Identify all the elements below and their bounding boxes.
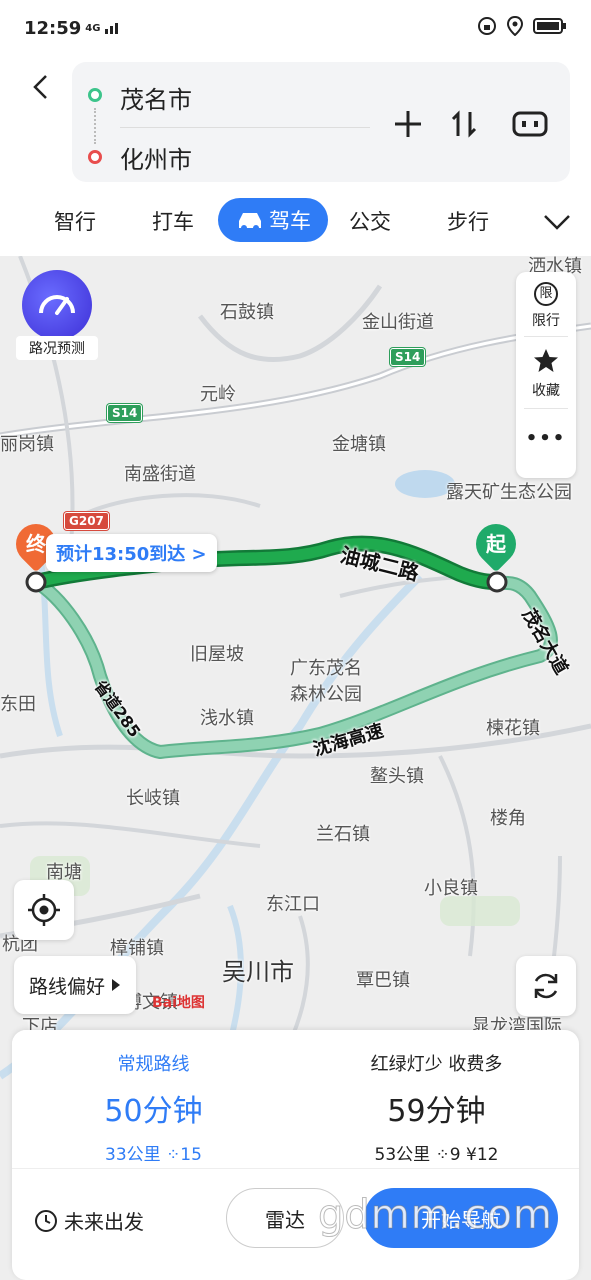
map-place: 兰石镇 [316,824,370,845]
back-button[interactable] [26,72,56,102]
travel-mode-tabs: 智行 打车 驾车 公交 步行 [0,198,591,244]
route-options-panel: 常规路线 50分钟 33公里 ⁘15 红绿灯少 收费多 59分钟 53公里 ⁘9… [12,1030,579,1280]
start-marker-label: 起 [486,532,506,556]
map-place: 小良镇 [424,878,478,899]
end-dot-icon [88,150,102,164]
route-option-time: 50分钟 [104,1094,203,1129]
clock-icon [35,1209,57,1232]
battery-icon [533,17,567,40]
add-waypoint-button[interactable] [390,106,426,142]
tab-drive[interactable]: 驾车 [218,198,328,242]
panel-divider [524,336,568,337]
route-preference-button[interactable]: 路线偏好 [14,956,136,1014]
caret-right-icon [112,979,120,991]
panel-divider [12,1168,579,1169]
map-place: 楝花镇 [486,718,540,739]
map-side-panel: 限 限行 收藏 ••• [516,272,576,478]
future-departure-label: 未来出发 [64,1210,144,1234]
plus-icon [395,111,421,137]
map-poi: 广东茂名 [290,658,362,679]
traffic-limit-button[interactable]: 限 限行 [516,282,576,330]
future-departure-button[interactable]: 未来出发 [34,1206,144,1235]
star-icon [534,349,558,372]
route-header: 茂名市 化州市 智行 打车 驾车 公交 步行 [0,56,591,256]
traffic-prediction-label: 路况预测 [16,336,98,360]
baidu-map-logo: Bai地图 [152,995,205,1011]
swap-icon [451,110,477,138]
tab-transit[interactable]: 公交 [349,206,391,236]
end-location-field[interactable]: 化州市 [120,140,192,175]
map-poi: 露天矿生态公园 [446,482,572,503]
route-option-title: 红绿灯少 收费多 [370,1054,503,1075]
tab-taxi[interactable]: 打车 [152,206,194,236]
route-connector [94,108,96,144]
start-marker[interactable]: 起 [467,515,525,573]
limit-icon: 限 [534,282,558,306]
locate-button[interactable] [14,880,74,940]
map-place: 东田 [0,694,36,715]
map-place: 东江口 [266,894,320,915]
map-place: 金山街道 [362,312,434,333]
route-preference-label: 路线偏好 [28,975,105,998]
eta-bubble[interactable]: 预计13:50到达 > [46,534,217,572]
start-location-field[interactable]: 茂名市 [120,80,192,115]
watermark: gdmm.com [318,1192,553,1239]
map-place: 楼角 [490,808,526,829]
route-option-time: 59分钟 [387,1094,486,1129]
location-icon [506,15,524,41]
map-place: 浅水镇 [200,708,254,729]
map-place: 旧屋坡 [190,644,244,665]
map-city: 吴川市 [222,958,294,986]
map-place: 鳌头镇 [370,766,424,787]
map-place: 丽岗镇 [0,434,54,455]
back-arrow-icon [33,75,47,99]
panel-divider [524,408,568,409]
route-option-title: 常规路线 [117,1054,190,1075]
crosshair-icon [28,894,60,926]
highway-shield: S14 [390,348,426,366]
signal-icon [104,18,122,39]
refresh-route-button[interactable] [516,956,576,1016]
speedometer-icon [22,270,92,340]
car-settings-icon [512,111,548,137]
chevron-down-icon [544,215,570,230]
map-poi: 森林公园 [290,684,362,705]
status-time: 12:59 [24,17,82,39]
route-option-detail: 53公里 ⁘9 ¥12 [374,1145,499,1165]
route-option-detail: 33公里 ⁘15 [105,1145,202,1165]
favorite-label: 收藏 [532,383,560,399]
tab-walk[interactable]: 步行 [447,206,489,236]
map-place: 元岭 [200,384,236,405]
map-place: 南盛街道 [124,464,196,485]
route-option-regular[interactable]: 常规路线 50分钟 33公里 ⁘15 [12,1030,295,1168]
limit-label: 限行 [532,313,560,329]
map-place: 覃巴镇 [356,970,410,991]
national-road-shield: G207 [64,512,109,530]
status-bar: 12:59 4G [0,0,591,56]
more-modes-button[interactable] [542,206,572,236]
highway-shield: S14 [107,404,143,422]
network-indicator: 4G [85,22,101,34]
lock-rotation-icon [477,16,497,41]
map-place: 长岐镇 [126,788,180,809]
route-input-box: 茂名市 化州市 [72,62,570,182]
car-icon [239,213,261,231]
route-divider [120,127,370,128]
tab-smart[interactable]: 智行 [54,206,96,236]
car-settings-button[interactable] [512,106,548,142]
route-option-fewer-lights[interactable]: 红绿灯少 收费多 59分钟 53公里 ⁘9 ¥12 [295,1030,578,1168]
traffic-prediction-button[interactable]: 路况预测 [16,270,98,360]
refresh-icon [534,973,558,999]
tab-drive-label: 驾车 [269,209,311,233]
map-place: 金塘镇 [332,434,386,455]
map-place: 石鼓镇 [220,302,274,323]
more-options-button[interactable]: ••• [516,428,576,449]
swap-route-button[interactable] [446,106,482,142]
start-dot-icon [88,88,102,102]
favorite-button[interactable]: 收藏 [516,348,576,400]
